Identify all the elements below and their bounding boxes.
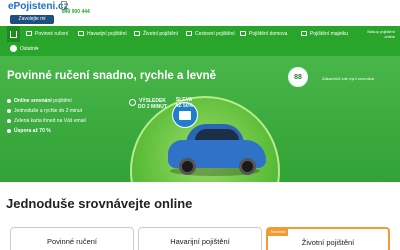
nav-item-label: Pojištění majetku (310, 31, 349, 37)
suitcase-icon (186, 31, 192, 36)
timer-icon (129, 99, 136, 106)
house-icon (240, 31, 246, 36)
plus-circle-icon (10, 45, 17, 52)
tab-havarijni[interactable]: Havarijní pojištění (138, 227, 262, 250)
sub-nav (0, 42, 400, 56)
customer-count: 88 (294, 74, 302, 81)
other-products-link[interactable]: Ostatní (20, 44, 36, 54)
online-purchase-link[interactable]: Nákup pojištění online (365, 29, 395, 39)
call-me-button[interactable]: Zavolejte mi (10, 15, 54, 24)
car-icon (26, 31, 32, 36)
benefit-item: Úspora až 70 % (7, 126, 86, 136)
bullet-icon (7, 109, 11, 113)
benefit-item: Online srovnání pojištění (7, 96, 86, 106)
nav-item-majetek[interactable]: Pojištění majetku (301, 26, 348, 42)
hero-title: Povinné ručení snadno, rychle a levně (7, 70, 216, 82)
building-icon (301, 31, 307, 36)
result-time-label: VÝSLEDEK DO 2 MINUT (138, 98, 167, 110)
bullet-icon (7, 99, 11, 103)
new-badge: Novinka (268, 228, 289, 236)
hero-benefits-list: Online srovnání pojištění Jednoduše a ry… (7, 96, 86, 136)
nav-item-zivotni[interactable]: Životní pojištění (134, 26, 178, 42)
nav-item-label: Životní pojištění (143, 31, 179, 37)
section-title: Jednoduše srovnávejte online (6, 196, 193, 211)
nav-item-havarijni[interactable]: Havarijní pojištění (78, 26, 127, 42)
nav-item-label: Havarijní pojištění (87, 31, 127, 37)
benefit-item: Zelená karta ihned na Váš email (7, 116, 86, 126)
crash-car-icon (78, 31, 84, 36)
customer-count-text: Zákazníků zde nyní srovnává (322, 76, 375, 81)
hero-banner: Povinné ručení snadno, rychle a levně On… (0, 56, 400, 182)
nav-item-label: Povinné ručení (35, 31, 69, 37)
nav-item-cestovni[interactable]: Cestovní pojištění (186, 26, 235, 42)
car-wheel (179, 158, 196, 175)
benefit-item: Jednoduše a rychle do 2 minut (7, 106, 86, 116)
logo[interactable]: ePojisteni.cz (8, 1, 69, 12)
discount-label: SLEVA AŽ 50% (175, 97, 194, 109)
site-header: ePojisteni.cz 840 900 444 Zavolejte mi (0, 0, 400, 26)
bullet-icon (7, 119, 11, 123)
hotline-number[interactable]: 840 900 444 (62, 9, 90, 15)
customer-count-badge: 88 (288, 67, 308, 87)
car-wheel (239, 158, 256, 175)
nav-item-label: Pojištění domova (249, 31, 288, 37)
nav-item-domov[interactable]: Pojištění domova (240, 26, 287, 42)
heart-icon (134, 31, 140, 36)
bullet-icon (7, 129, 11, 133)
nav-item-label: Cestovní pojištění (195, 31, 235, 37)
ticket-icon (179, 111, 191, 120)
home-icon (10, 31, 17, 38)
tab-povinne-ruceni[interactable]: Povinné ručení (10, 227, 134, 250)
nav-item-povinne-ruceni[interactable]: Povinné ručení (26, 26, 68, 42)
chevron-down-icon[interactable]: ▾ (36, 44, 39, 54)
